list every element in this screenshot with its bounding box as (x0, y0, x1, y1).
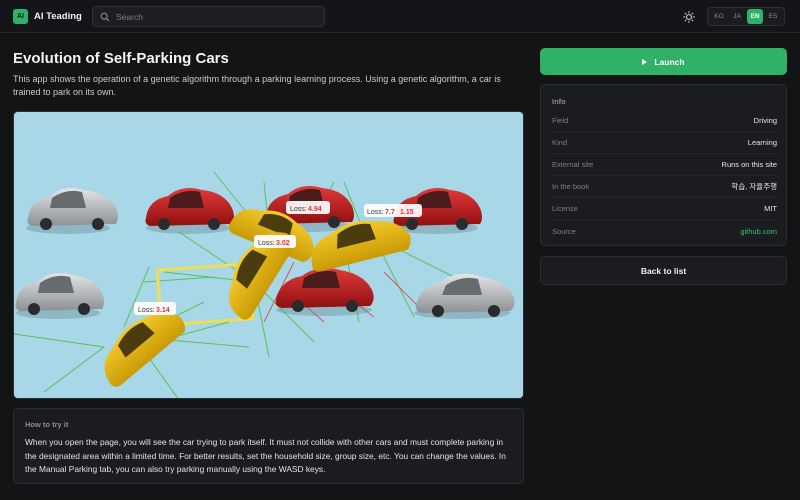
how-to-title: How to try it (25, 420, 69, 429)
info-row-kind: Kind Learning (552, 132, 777, 154)
how-to-text: When you open the page, you will see the… (25, 437, 506, 474)
simulation-canvas[interactable]: Loss: 4.94 Loss: 7.7 1.15 Loss: 3.02 Los… (13, 111, 524, 399)
page-title: Evolution of Self-Parking Cars (13, 50, 229, 67)
svg-text:3.02: 3.02 (276, 240, 290, 247)
loss-label-3: Loss: 3.02 (254, 235, 296, 248)
info-row-license: License MIT (552, 198, 777, 220)
info-key: Source (552, 226, 576, 236)
loss-label-4: Loss: 3.14 (134, 302, 176, 315)
back-to-list-button[interactable]: Back to list (540, 256, 787, 285)
search-icon (100, 12, 110, 21)
svg-text:Loss:: Loss: (258, 240, 275, 247)
svg-text:1.15: 1.15 (400, 209, 414, 216)
parking-scene: Loss: 4.94 Loss: 7.7 1.15 Loss: 3.02 Los… (14, 112, 523, 398)
language-switcher: KO JA EN ES (707, 7, 785, 26)
logo-icon[interactable]: AI (13, 9, 28, 24)
info-value: Learning (747, 138, 777, 147)
svg-text:Loss:: Loss: (138, 307, 155, 314)
info-row-in-the-book: In the book 학습, 자율주행 (552, 176, 777, 198)
launch-button[interactable]: Launch (540, 48, 787, 75)
lang-es-button[interactable]: ES (765, 9, 781, 24)
play-icon (642, 58, 648, 65)
loss-label-2: Loss: 7.7 1.15 (364, 204, 422, 217)
source-link[interactable]: github.com (740, 227, 777, 236)
loss-label-1: Loss: 4.94 (286, 201, 330, 214)
svg-text:4.94: 4.94 (308, 206, 322, 213)
info-value: 학습, 자율주행 (731, 182, 777, 191)
info-card: Info Field Driving Kind Learning Externa… (540, 84, 787, 246)
info-row-source: Source github.com (552, 220, 777, 242)
page-description: This app shows the operation of a geneti… (13, 74, 501, 97)
info-value: Runs on this site (721, 160, 777, 169)
svg-text:7.7: 7.7 (385, 209, 395, 216)
info-key: In the book (552, 182, 590, 191)
info-value: MIT (764, 204, 777, 213)
info-row-field: Field Driving (552, 110, 777, 132)
launch-label: Launch (654, 56, 685, 67)
lang-en-button[interactable]: EN (747, 9, 763, 24)
search-input[interactable] (116, 11, 316, 22)
how-to-panel: How to try it When you open the page, yo… (13, 408, 524, 484)
logo-text[interactable]: AI Teading (34, 11, 82, 22)
info-key: Kind (552, 138, 568, 147)
lang-ja-button[interactable]: JA (729, 9, 745, 24)
info-key: License (552, 204, 578, 213)
info-title: Info (552, 97, 566, 106)
info-value: Driving (753, 116, 777, 125)
svg-text:Loss:: Loss: (290, 206, 307, 213)
lang-ko-button[interactable]: KO (711, 9, 727, 24)
top-bar: AI AI Teading KO JA EN ES (0, 0, 800, 33)
search-box[interactable] (92, 6, 325, 27)
info-key: Field (552, 116, 569, 125)
info-row-external-site: External site Runs on this site (552, 154, 777, 176)
sun-icon[interactable] (683, 11, 695, 23)
info-key: External site (552, 160, 594, 169)
svg-text:Loss:: Loss: (367, 209, 384, 216)
svg-text:3.14: 3.14 (156, 307, 170, 314)
